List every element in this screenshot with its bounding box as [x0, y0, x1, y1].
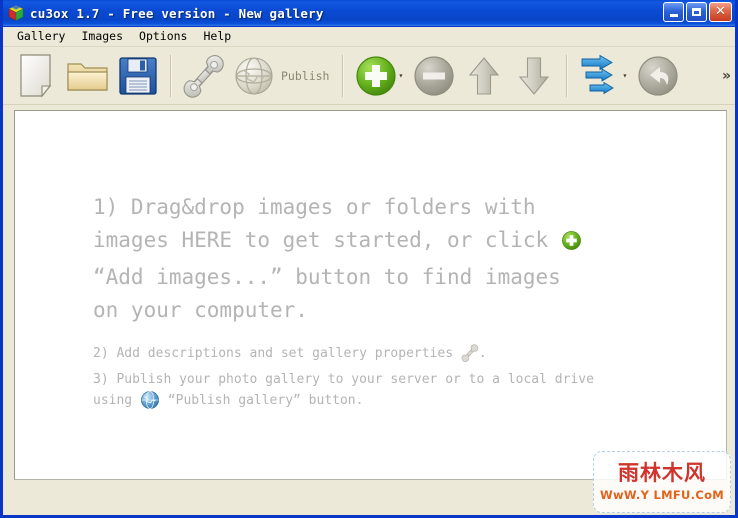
save-gallery-button[interactable]	[113, 51, 163, 101]
watermark-overlay: 雨林木风 WwW.Y LMFU.CoM	[593, 451, 731, 513]
step-3-prefix: using	[93, 393, 133, 408]
gray-minus-icon	[414, 55, 455, 96]
drop-hint-primary: 1) Drag&drop images or folders with imag…	[93, 191, 668, 327]
menu-item-options[interactable]: Options	[131, 28, 195, 45]
watermark-url: WwW.Y LMFU.CoM	[599, 487, 725, 502]
undo-button[interactable]	[633, 51, 683, 101]
hint-line-3: “Add images...” button to find images	[93, 265, 561, 289]
move-up-button[interactable]	[459, 51, 509, 101]
toolbar-overflow-button[interactable]: »	[722, 68, 731, 84]
window-controls: ✕	[663, 2, 732, 22]
watermark-chinese-text: 雨林木风	[618, 460, 706, 485]
globe-icon	[235, 56, 273, 95]
arrow-up-icon	[469, 56, 500, 95]
wrench-icon	[183, 54, 224, 98]
menu-item-help[interactable]: Help	[195, 28, 239, 45]
step-2-text: 2) Add descriptions and set gallery prop…	[93, 346, 454, 361]
hint-line-2-text: images HERE to get started, or click	[93, 228, 549, 252]
cube-icon[interactable]	[7, 4, 25, 22]
remove-images-button[interactable]	[409, 51, 459, 101]
step-2-line: 2) Add descriptions and set gallery prop…	[93, 343, 693, 369]
publish-label: Publish	[281, 68, 330, 83]
application-window: cu3ox 1.7 - Free version - New gallery ✕…	[0, 0, 738, 518]
menu-item-gallery[interactable]: Gallery	[9, 28, 73, 45]
arrow-down-icon	[519, 56, 550, 95]
sort-images-button[interactable]	[575, 51, 625, 101]
menu-bar: Gallery Images Options Help	[3, 27, 735, 47]
undo-arrow-icon	[638, 55, 679, 96]
toolbar-separator	[170, 54, 172, 97]
hint-line-2: images HERE to get started, or click	[93, 224, 668, 261]
green-plus-icon-inline	[561, 228, 582, 261]
minimize-button[interactable]	[663, 2, 684, 22]
blue-arrows-icon	[582, 54, 615, 94]
maximize-icon	[692, 8, 701, 16]
open-folder-icon	[67, 62, 108, 91]
title-bar[interactable]: cu3ox 1.7 - Free version - New gallery ✕	[3, 0, 735, 27]
open-gallery-button[interactable]	[63, 51, 113, 101]
minimize-icon	[669, 14, 678, 17]
gallery-drop-area[interactable]: 1) Drag&drop images or folders with imag…	[14, 110, 727, 480]
maximize-button[interactable]	[686, 2, 707, 22]
step-3-line-b: using “Publish gallery” button.	[93, 390, 693, 417]
close-icon: ✕	[715, 4, 726, 19]
step-2-period: .	[478, 346, 487, 361]
gallery-properties-button[interactable]	[179, 51, 229, 101]
add-images-button[interactable]	[351, 51, 401, 101]
drop-hint-secondary: 2) Add descriptions and set gallery prop…	[93, 343, 693, 417]
toolbar: Publish ▾ ▾ »	[3, 47, 735, 105]
hint-line-1: 1) Drag&drop images or folders with	[93, 195, 536, 219]
toolbar-separator-2	[342, 54, 345, 97]
window-title: cu3ox 1.7 - Free version - New gallery	[30, 5, 324, 21]
step-3-line-a: 3) Publish your photo gallery to your se…	[93, 372, 594, 387]
wrench-icon-inline	[461, 344, 479, 369]
hint-line-4: on your computer.	[93, 298, 308, 322]
menu-item-images[interactable]: Images	[73, 28, 131, 45]
new-gallery-button[interactable]	[13, 51, 63, 101]
floppy-disk-icon	[119, 56, 157, 95]
globe-icon-inline	[140, 390, 160, 417]
step-3-suffix: “Publish gallery” button.	[167, 393, 364, 408]
publish-gallery-button[interactable]	[229, 51, 279, 101]
new-document-icon	[20, 53, 52, 98]
green-plus-icon	[356, 55, 397, 96]
toolbar-separator-3	[566, 54, 569, 97]
move-down-button[interactable]	[509, 51, 559, 101]
close-button[interactable]: ✕	[709, 2, 732, 22]
